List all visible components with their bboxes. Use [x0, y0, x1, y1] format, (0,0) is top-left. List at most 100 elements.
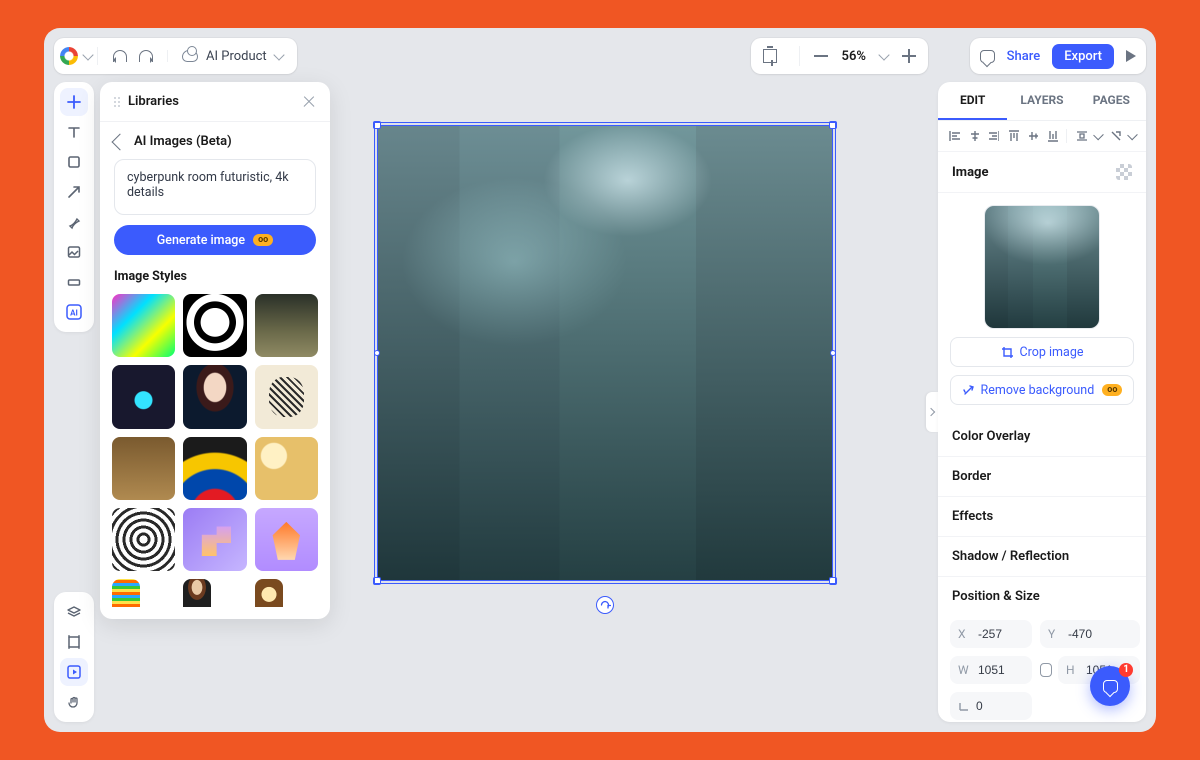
panel-collapse-handle[interactable] [926, 392, 938, 432]
zoom-value[interactable]: 56% [842, 49, 866, 64]
section-shadow-reflection[interactable]: Shadow / Reflection [938, 537, 1146, 577]
style-swatch[interactable] [183, 294, 246, 357]
input-w[interactable] [978, 663, 1024, 677]
tool-add[interactable] [60, 88, 88, 116]
remove-background-button[interactable]: Remove background oo [950, 375, 1134, 405]
zoom-in-icon[interactable] [902, 49, 916, 63]
align-bottom-icon[interactable] [1046, 129, 1058, 143]
field-y[interactable]: Y [1040, 620, 1140, 648]
tool-slice[interactable] [60, 268, 88, 296]
resize-handle-bl[interactable] [373, 577, 381, 585]
transparency-icon[interactable] [1116, 164, 1132, 180]
hand-icon [66, 694, 82, 710]
tool-pen[interactable] [60, 208, 88, 236]
generate-image-button[interactable]: Generate image oo [114, 225, 316, 255]
style-swatch[interactable] [255, 508, 318, 571]
align-left-icon[interactable] [948, 129, 960, 143]
rotate-handle[interactable] [596, 596, 614, 614]
distribute-icon[interactable] [1075, 129, 1087, 143]
tool-layers[interactable] [60, 598, 88, 626]
tool-play[interactable] [60, 658, 88, 686]
style-swatch[interactable] [255, 437, 318, 500]
canvas-selected-image[interactable] [378, 126, 832, 580]
resize-handle-tr[interactable] [829, 121, 837, 129]
topbar-right: Share Export [970, 38, 1146, 74]
field-rotation[interactable] [950, 692, 1032, 720]
align-center-v-icon[interactable] [1027, 129, 1039, 143]
style-swatch[interactable] [112, 579, 140, 607]
section-color-overlay[interactable]: Color Overlay [938, 417, 1146, 457]
style-swatch[interactable] [183, 508, 246, 571]
logo-menu[interactable] [54, 47, 98, 65]
resize-handle-tl[interactable] [373, 121, 381, 129]
tool-hand[interactable] [60, 688, 88, 716]
tab-layers[interactable]: LAYERS [1007, 82, 1076, 120]
product-switcher[interactable]: AI Product [168, 49, 297, 64]
undo-icon[interactable] [113, 50, 127, 62]
chevron-down-icon[interactable] [878, 49, 889, 60]
export-button[interactable]: Export [1052, 44, 1114, 69]
prompt-input[interactable]: cyberpunk room futuristic, 4k details [114, 159, 316, 215]
libraries-section: AI Images (Beta) [134, 134, 232, 149]
fit-icon[interactable] [763, 49, 777, 63]
libraries-header: Libraries [100, 82, 330, 122]
tab-pages[interactable]: PAGES [1077, 82, 1146, 120]
tool-ai[interactable]: AI [60, 298, 88, 326]
tool-shape[interactable] [60, 148, 88, 176]
crop-image-button[interactable]: Crop image [950, 337, 1134, 367]
tool-image[interactable] [60, 238, 88, 266]
align-right-icon[interactable] [987, 129, 999, 143]
field-x[interactable]: X [950, 620, 1032, 648]
align-center-h-icon[interactable] [968, 129, 980, 143]
redo-icon[interactable] [139, 50, 153, 62]
help-chat-button[interactable]: 1 [1090, 666, 1130, 706]
resize-handle-right[interactable] [830, 350, 836, 356]
align-top-icon[interactable] [1007, 129, 1019, 143]
drag-handle-icon[interactable] [114, 97, 120, 107]
input-x[interactable] [978, 627, 1024, 641]
frame-icon [66, 634, 82, 650]
chevron-down-icon[interactable] [1093, 129, 1103, 139]
style-swatch[interactable] [112, 365, 175, 428]
link-dimensions-icon[interactable] [1040, 663, 1052, 677]
resize-handle-br[interactable] [829, 577, 837, 585]
input-rotation[interactable] [976, 699, 1022, 713]
input-y[interactable] [1068, 627, 1114, 641]
magic-icon [962, 384, 975, 397]
zoom-out-icon[interactable] [814, 55, 828, 57]
section-position-size[interactable]: Position & Size [938, 577, 1146, 610]
style-swatch[interactable] [112, 294, 175, 357]
play-icon [66, 664, 82, 680]
svg-text:AI: AI [70, 309, 78, 318]
resize-handle-left[interactable] [374, 350, 380, 356]
style-swatch[interactable] [183, 365, 246, 428]
tab-edit[interactable]: EDIT [938, 82, 1007, 120]
style-swatch[interactable] [112, 508, 175, 571]
image-thumbnail[interactable] [984, 205, 1100, 329]
section-effects[interactable]: Effects [938, 497, 1146, 537]
arrow-icon [66, 184, 82, 200]
libraries-breadcrumb[interactable]: AI Images (Beta) [100, 122, 330, 159]
left-toolbar: AI [54, 82, 94, 332]
generate-label: Generate image [157, 233, 245, 248]
rectangle-icon [66, 154, 82, 170]
present-icon[interactable] [1126, 50, 1136, 62]
align-stretch-icon[interactable] [1109, 129, 1121, 143]
style-swatch[interactable] [112, 437, 175, 500]
tool-frame[interactable] [60, 628, 88, 656]
chevron-down-icon[interactable] [1127, 129, 1137, 139]
image-icon [66, 244, 82, 260]
tool-arrow[interactable] [60, 178, 88, 206]
tool-text[interactable] [60, 118, 88, 146]
style-swatch[interactable] [183, 579, 211, 607]
style-swatch[interactable] [183, 437, 246, 500]
style-swatch[interactable] [255, 294, 318, 357]
style-swatch[interactable] [255, 579, 283, 607]
close-icon[interactable] [302, 95, 316, 109]
share-button[interactable]: Share [1007, 49, 1041, 64]
style-swatch[interactable] [255, 365, 318, 428]
comment-icon[interactable] [980, 50, 995, 63]
field-w[interactable]: W [950, 656, 1032, 684]
section-border[interactable]: Border [938, 457, 1146, 497]
topbar-left: AI Product [54, 38, 297, 74]
